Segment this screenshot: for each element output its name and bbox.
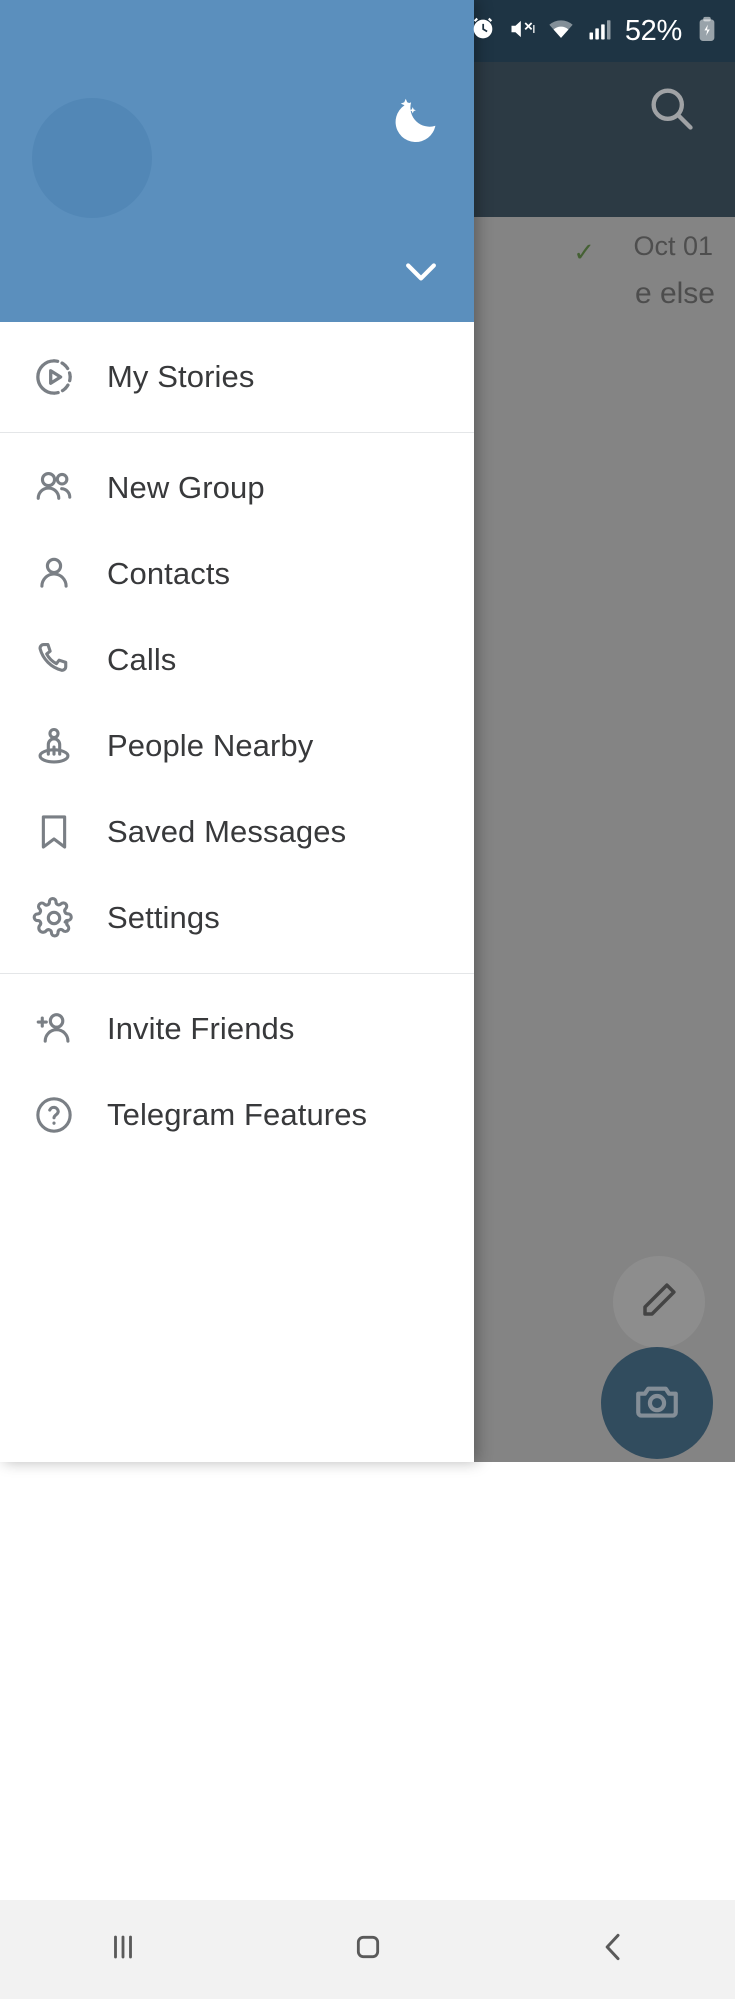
- below-drawer-right-fill: [474, 1462, 735, 1900]
- phone-icon: [0, 638, 107, 682]
- back-chevron-icon: [593, 1927, 633, 1972]
- menu-item-label: My Stories: [107, 359, 255, 394]
- recents-button[interactable]: [43, 1900, 203, 1999]
- search-icon[interactable]: [645, 82, 697, 134]
- drawer-menu: My Stories New Group Contacts Calls Peop…: [0, 322, 474, 1170]
- pencil-icon: [638, 1279, 680, 1326]
- night-mode-toggle[interactable]: [383, 88, 449, 154]
- chevron-down-icon: [399, 249, 443, 298]
- stories-play-circle-icon: [0, 355, 107, 399]
- navigation-drawer[interactable]: My Stories New Group Contacts Calls Peop…: [0, 0, 474, 1462]
- menu-item-label: Telegram Features: [107, 1097, 368, 1132]
- person-add-icon: [0, 1007, 107, 1051]
- edit-fab[interactable]: [613, 1256, 705, 1348]
- recents-bars-icon: [103, 1927, 143, 1972]
- drawer-header: [0, 0, 474, 322]
- system-navigation-bar: [0, 1900, 735, 1999]
- menu-item-new-group[interactable]: New Group: [0, 445, 474, 531]
- chat-preview: e else: [634, 277, 715, 310]
- phone-screen: ✓ Oct 01 e else My Stories New Group Con…: [0, 0, 735, 1999]
- menu-item-saved-messages[interactable]: Saved Messages: [0, 789, 474, 875]
- people-group-icon: [0, 466, 107, 510]
- menu-item-calls[interactable]: Calls: [0, 617, 474, 703]
- menu-group-help: Invite Friends Telegram Features: [0, 974, 474, 1170]
- menu-item-label: Saved Messages: [107, 814, 347, 849]
- chat-date: Oct 01: [633, 231, 713, 261]
- menu-item-invite-friends[interactable]: Invite Friends: [0, 986, 474, 1072]
- menu-item-my-stories[interactable]: My Stories: [0, 334, 474, 420]
- home-square-icon: [348, 1927, 388, 1972]
- read-check-icon: ✓: [573, 237, 595, 267]
- bookmark-icon: [0, 810, 107, 854]
- menu-item-label: Contacts: [107, 556, 231, 591]
- moon-icon: [388, 91, 444, 152]
- avatar[interactable]: [32, 98, 152, 218]
- menu-item-telegram-features[interactable]: Telegram Features: [0, 1072, 474, 1158]
- people-nearby-icon: [0, 724, 107, 768]
- camera-icon: [632, 1376, 682, 1431]
- back-button[interactable]: [533, 1900, 693, 1999]
- question-circle-icon: [0, 1093, 107, 1137]
- menu-item-people-nearby[interactable]: People Nearby: [0, 703, 474, 789]
- menu-item-contacts[interactable]: Contacts: [0, 531, 474, 617]
- menu-item-label: Settings: [107, 900, 220, 935]
- accounts-expand-button[interactable]: [388, 240, 454, 306]
- menu-item-label: Calls: [107, 642, 177, 677]
- menu-item-label: People Nearby: [107, 728, 314, 763]
- gear-icon: [0, 896, 107, 940]
- menu-group-main: New Group Contacts Calls People Nearby S…: [0, 433, 474, 973]
- camera-fab[interactable]: [601, 1347, 713, 1459]
- home-button[interactable]: [288, 1900, 448, 1999]
- menu-item-label: Invite Friends: [107, 1011, 295, 1046]
- menu-item-label: New Group: [107, 470, 265, 505]
- person-icon: [0, 552, 107, 596]
- menu-item-settings[interactable]: Settings: [0, 875, 474, 961]
- menu-group-stories: My Stories: [0, 322, 474, 432]
